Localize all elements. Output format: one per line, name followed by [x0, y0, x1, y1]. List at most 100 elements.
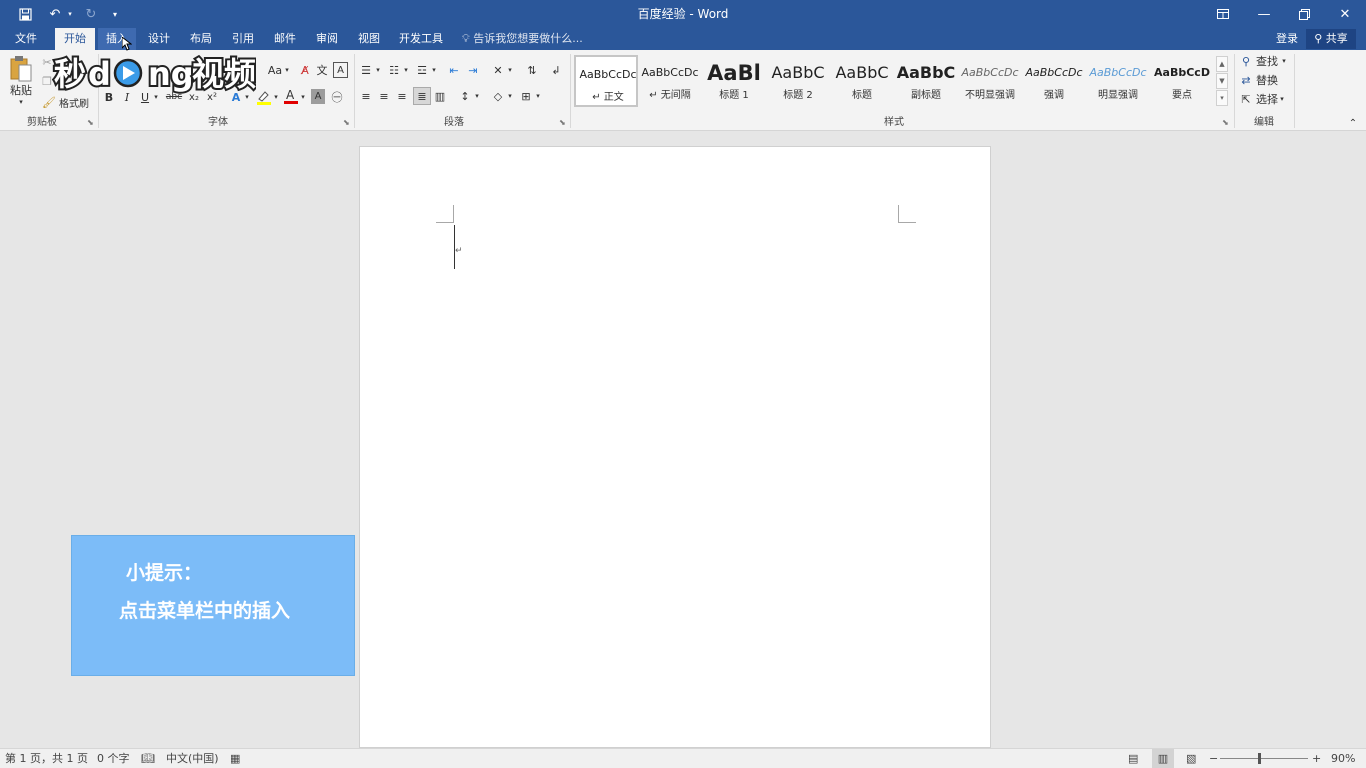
style-item[interactable]: AaBbCcDc 明显强调	[1086, 55, 1150, 107]
shading-icon[interactable]: ◇	[490, 88, 506, 104]
clipboard-launcher-icon[interactable]: ⬊	[87, 118, 94, 127]
style-item[interactable]: AaBbCcDc ↵ 正文	[574, 55, 638, 107]
multilevel-dropdown-icon[interactable]: ▾	[430, 62, 438, 78]
share-label: 共享	[1325, 32, 1348, 45]
style-name: 标题	[852, 90, 872, 101]
character-border-icon[interactable]: A	[333, 62, 348, 78]
tab-file[interactable]: 文件	[6, 28, 46, 50]
style-item[interactable]: AaBbC 副标题	[894, 55, 958, 107]
login-link[interactable]: 登录	[1276, 28, 1298, 50]
sort-icon[interactable]: ⇅	[524, 62, 540, 78]
tab-design[interactable]: 设计	[140, 28, 178, 50]
replace-icon[interactable]: ⇄	[1239, 73, 1253, 87]
person-icon: ⚲	[1314, 32, 1323, 45]
gallery-more-icon[interactable]: ▾	[1216, 90, 1228, 106]
paste-icon[interactable]	[8, 54, 34, 84]
share-button[interactable]: ⚲ 共享	[1306, 29, 1356, 49]
style-item[interactable]: AaBbC 标题 2	[766, 55, 830, 107]
style-item[interactable]: AaBbCcDc 强调	[1022, 55, 1086, 107]
chinese-layout-dropdown-icon[interactable]: ▾	[506, 62, 514, 78]
align-right-icon[interactable]: ≡	[394, 88, 410, 104]
format-painter-button[interactable]: 格式刷	[56, 95, 92, 110]
paragraph-launcher-icon[interactable]: ⬊	[559, 118, 566, 127]
tab-home[interactable]: 开始	[55, 28, 95, 50]
macro-record-icon[interactable]: ▦	[230, 749, 240, 768]
align-center-icon[interactable]: ≡	[376, 88, 392, 104]
decrease-indent-icon[interactable]: ⇤	[446, 62, 462, 78]
find-dropdown-icon[interactable]: ▾	[1280, 54, 1288, 68]
font-launcher-icon[interactable]: ⬊	[343, 118, 350, 127]
gallery-scroll-down-icon[interactable]: ▼	[1216, 73, 1228, 89]
style-name: 不明显强调	[965, 90, 1015, 101]
tab-references[interactable]: 引用	[224, 28, 262, 50]
borders-dropdown-icon[interactable]: ▾	[534, 88, 542, 104]
tab-developer[interactable]: 开发工具	[392, 28, 450, 50]
justify-icon[interactable]: ≣	[413, 87, 431, 105]
zoom-slider-thumb[interactable]	[1258, 753, 1262, 764]
align-left-icon[interactable]: ≡	[358, 88, 374, 104]
clear-formatting-icon[interactable]: A̸	[298, 62, 312, 78]
proofing-icon[interactable]: 📖︎	[141, 749, 155, 768]
gallery-scroll-up-icon[interactable]: ▲	[1216, 56, 1228, 72]
increase-indent-icon[interactable]: ⇥	[465, 62, 481, 78]
zoom-level[interactable]: 90%	[1331, 749, 1355, 768]
style-item[interactable]: AaBbCcDc ↵ 无间隔	[638, 55, 702, 107]
zoom-in-icon[interactable]: +	[1312, 749, 1321, 768]
minimize-icon[interactable]: —	[1244, 0, 1284, 28]
tell-me-box[interactable]: 💡︎ 告诉我您想要做什么...	[462, 28, 583, 50]
web-layout-icon[interactable]: ▧	[1186, 749, 1196, 768]
phonetic-guide-icon[interactable]: 文	[315, 62, 329, 78]
multilevel-list-icon[interactable]: ☲	[414, 62, 430, 78]
zoom-slider[interactable]	[1220, 758, 1308, 759]
svg-text:A: A	[286, 88, 295, 102]
close-icon[interactable]: ✕	[1325, 0, 1365, 28]
distributed-icon[interactable]: ▥	[432, 88, 448, 104]
line-spacing-dropdown-icon[interactable]: ▾	[473, 88, 481, 104]
tab-review[interactable]: 审阅	[308, 28, 346, 50]
zoom-out-icon[interactable]: −	[1209, 749, 1218, 768]
tab-layout[interactable]: 布局	[182, 28, 220, 50]
change-case-dropdown-icon[interactable]: ▾	[283, 63, 291, 77]
bullets-icon[interactable]: ☰	[358, 62, 374, 78]
highlight-dropdown-icon[interactable]: ▾	[272, 89, 280, 105]
collapse-ribbon-icon[interactable]: ⌃	[1346, 116, 1360, 130]
find-button[interactable]: 查找	[1254, 54, 1280, 68]
document-page[interactable]: ↵	[359, 146, 991, 748]
style-item[interactable]: AaBbC 标题	[830, 55, 894, 107]
tab-mailings[interactable]: 邮件	[266, 28, 304, 50]
chinese-layout-icon[interactable]: ✕	[490, 62, 506, 78]
numbering-dropdown-icon[interactable]: ▾	[402, 62, 410, 78]
language-status[interactable]: 中文(中国)	[166, 749, 219, 768]
style-item[interactable]: AaBl 标题 1	[702, 55, 766, 107]
select-dropdown-icon[interactable]: ▾	[1278, 92, 1286, 106]
styles-launcher-icon[interactable]: ⬊	[1222, 118, 1229, 127]
line-spacing-icon[interactable]: ↕	[457, 88, 473, 104]
restore-icon[interactable]	[1284, 0, 1324, 28]
tab-view[interactable]: 视图	[350, 28, 388, 50]
highlight-icon[interactable]	[255, 89, 273, 105]
font-color-dropdown-icon[interactable]: ▾	[299, 89, 307, 105]
find-icon[interactable]: ⚲	[1239, 54, 1253, 68]
character-shading-icon[interactable]: A	[311, 89, 325, 104]
format-painter-icon[interactable]: 🖌︎	[42, 95, 56, 109]
select-icon[interactable]: ⇱	[1239, 92, 1253, 106]
show-formatting-icon[interactable]: ↲	[548, 62, 564, 78]
style-item[interactable]: AaBbCcDc 不明显强调	[958, 55, 1022, 107]
enclose-characters-icon[interactable]: ㊀	[329, 89, 345, 105]
print-layout-icon[interactable]: ▥	[1152, 749, 1174, 768]
window-title: 百度经验 - Word	[637, 7, 729, 21]
font-color-icon[interactable]: A	[283, 87, 299, 105]
select-button[interactable]: 选择	[1254, 92, 1280, 106]
read-mode-icon[interactable]: ▤	[1128, 749, 1138, 768]
ribbon-display-icon[interactable]	[1203, 0, 1243, 28]
bullets-dropdown-icon[interactable]: ▾	[374, 62, 382, 78]
replace-button[interactable]: 替换	[1254, 73, 1280, 87]
style-item[interactable]: AaBbCcD 要点	[1150, 55, 1214, 107]
paste-label[interactable]: 粘贴	[8, 83, 34, 97]
borders-icon[interactable]: ⊞	[518, 88, 534, 104]
shading-dropdown-icon[interactable]: ▾	[506, 88, 514, 104]
word-count[interactable]: 0 个字	[97, 749, 130, 768]
numbering-icon[interactable]: ☷	[386, 62, 402, 78]
paste-dropdown-icon[interactable]: ▾	[8, 97, 34, 107]
page-count[interactable]: 第 1 页，共 1 页	[5, 749, 88, 768]
